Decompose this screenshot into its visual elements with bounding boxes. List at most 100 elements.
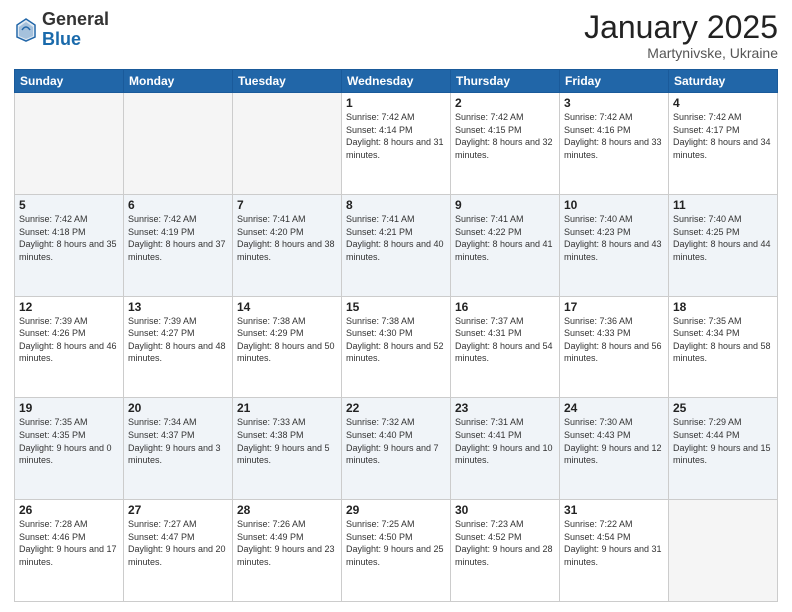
logo-general-text: General	[42, 10, 109, 30]
day-number: 21	[237, 401, 337, 415]
day-info: Sunrise: 7:32 AMSunset: 4:40 PMDaylight:…	[346, 416, 446, 466]
day-info: Sunrise: 7:36 AMSunset: 4:33 PMDaylight:…	[564, 315, 664, 365]
calendar-day-cell: 29Sunrise: 7:25 AMSunset: 4:50 PMDayligh…	[342, 500, 451, 602]
day-number: 14	[237, 300, 337, 314]
day-info: Sunrise: 7:42 AMSunset: 4:18 PMDaylight:…	[19, 213, 119, 263]
day-info: Sunrise: 7:35 AMSunset: 4:35 PMDaylight:…	[19, 416, 119, 466]
day-info: Sunrise: 7:40 AMSunset: 4:25 PMDaylight:…	[673, 213, 773, 263]
calendar-day-cell: 28Sunrise: 7:26 AMSunset: 4:49 PMDayligh…	[233, 500, 342, 602]
day-number: 5	[19, 198, 119, 212]
calendar-day-cell: 7Sunrise: 7:41 AMSunset: 4:20 PMDaylight…	[233, 194, 342, 296]
day-number: 12	[19, 300, 119, 314]
day-number: 25	[673, 401, 773, 415]
day-info: Sunrise: 7:27 AMSunset: 4:47 PMDaylight:…	[128, 518, 228, 568]
calendar-day-cell	[15, 93, 124, 195]
calendar-day-cell: 24Sunrise: 7:30 AMSunset: 4:43 PMDayligh…	[560, 398, 669, 500]
calendar-day-cell: 13Sunrise: 7:39 AMSunset: 4:27 PMDayligh…	[124, 296, 233, 398]
calendar-day-header: Monday	[124, 70, 233, 93]
logo: General Blue	[14, 10, 109, 50]
logo-text: General Blue	[42, 10, 109, 50]
page: General Blue January 2025 Martynivske, U…	[0, 0, 792, 612]
day-number: 20	[128, 401, 228, 415]
calendar-day-cell: 18Sunrise: 7:35 AMSunset: 4:34 PMDayligh…	[669, 296, 778, 398]
day-number: 31	[564, 503, 664, 517]
day-info: Sunrise: 7:42 AMSunset: 4:17 PMDaylight:…	[673, 111, 773, 161]
day-number: 19	[19, 401, 119, 415]
calendar-day-cell: 14Sunrise: 7:38 AMSunset: 4:29 PMDayligh…	[233, 296, 342, 398]
day-info: Sunrise: 7:38 AMSunset: 4:29 PMDaylight:…	[237, 315, 337, 365]
calendar-day-cell: 19Sunrise: 7:35 AMSunset: 4:35 PMDayligh…	[15, 398, 124, 500]
title-block: January 2025 Martynivske, Ukraine	[584, 10, 778, 61]
calendar-day-cell: 27Sunrise: 7:27 AMSunset: 4:47 PMDayligh…	[124, 500, 233, 602]
day-info: Sunrise: 7:22 AMSunset: 4:54 PMDaylight:…	[564, 518, 664, 568]
calendar-day-cell: 6Sunrise: 7:42 AMSunset: 4:19 PMDaylight…	[124, 194, 233, 296]
calendar-day-cell: 1Sunrise: 7:42 AMSunset: 4:14 PMDaylight…	[342, 93, 451, 195]
calendar-day-cell: 22Sunrise: 7:32 AMSunset: 4:40 PMDayligh…	[342, 398, 451, 500]
day-number: 17	[564, 300, 664, 314]
day-number: 9	[455, 198, 555, 212]
day-number: 2	[455, 96, 555, 110]
day-number: 10	[564, 198, 664, 212]
day-info: Sunrise: 7:38 AMSunset: 4:30 PMDaylight:…	[346, 315, 446, 365]
day-number: 15	[346, 300, 446, 314]
calendar-day-cell: 8Sunrise: 7:41 AMSunset: 4:21 PMDaylight…	[342, 194, 451, 296]
calendar-day-cell: 16Sunrise: 7:37 AMSunset: 4:31 PMDayligh…	[451, 296, 560, 398]
day-number: 30	[455, 503, 555, 517]
day-info: Sunrise: 7:25 AMSunset: 4:50 PMDaylight:…	[346, 518, 446, 568]
calendar-day-header: Saturday	[669, 70, 778, 93]
calendar-day-cell: 25Sunrise: 7:29 AMSunset: 4:44 PMDayligh…	[669, 398, 778, 500]
day-info: Sunrise: 7:26 AMSunset: 4:49 PMDaylight:…	[237, 518, 337, 568]
day-info: Sunrise: 7:42 AMSunset: 4:19 PMDaylight:…	[128, 213, 228, 263]
day-number: 13	[128, 300, 228, 314]
day-number: 23	[455, 401, 555, 415]
calendar-week-row: 19Sunrise: 7:35 AMSunset: 4:35 PMDayligh…	[15, 398, 778, 500]
day-info: Sunrise: 7:37 AMSunset: 4:31 PMDaylight:…	[455, 315, 555, 365]
calendar-day-header: Tuesday	[233, 70, 342, 93]
day-info: Sunrise: 7:41 AMSunset: 4:22 PMDaylight:…	[455, 213, 555, 263]
day-number: 27	[128, 503, 228, 517]
day-info: Sunrise: 7:34 AMSunset: 4:37 PMDaylight:…	[128, 416, 228, 466]
calendar-day-header: Sunday	[15, 70, 124, 93]
calendar-day-header: Wednesday	[342, 70, 451, 93]
day-info: Sunrise: 7:31 AMSunset: 4:41 PMDaylight:…	[455, 416, 555, 466]
day-info: Sunrise: 7:41 AMSunset: 4:21 PMDaylight:…	[346, 213, 446, 263]
calendar-day-cell: 31Sunrise: 7:22 AMSunset: 4:54 PMDayligh…	[560, 500, 669, 602]
calendar-day-cell: 4Sunrise: 7:42 AMSunset: 4:17 PMDaylight…	[669, 93, 778, 195]
day-info: Sunrise: 7:33 AMSunset: 4:38 PMDaylight:…	[237, 416, 337, 466]
day-info: Sunrise: 7:39 AMSunset: 4:27 PMDaylight:…	[128, 315, 228, 365]
calendar-day-cell: 12Sunrise: 7:39 AMSunset: 4:26 PMDayligh…	[15, 296, 124, 398]
day-number: 24	[564, 401, 664, 415]
day-number: 8	[346, 198, 446, 212]
day-info: Sunrise: 7:35 AMSunset: 4:34 PMDaylight:…	[673, 315, 773, 365]
calendar-day-cell: 26Sunrise: 7:28 AMSunset: 4:46 PMDayligh…	[15, 500, 124, 602]
calendar-day-cell: 11Sunrise: 7:40 AMSunset: 4:25 PMDayligh…	[669, 194, 778, 296]
calendar-day-cell	[124, 93, 233, 195]
day-info: Sunrise: 7:23 AMSunset: 4:52 PMDaylight:…	[455, 518, 555, 568]
calendar-header-row: SundayMondayTuesdayWednesdayThursdayFrid…	[15, 70, 778, 93]
day-number: 18	[673, 300, 773, 314]
day-info: Sunrise: 7:42 AMSunset: 4:15 PMDaylight:…	[455, 111, 555, 161]
calendar-week-row: 1Sunrise: 7:42 AMSunset: 4:14 PMDaylight…	[15, 93, 778, 195]
logo-icon	[16, 18, 36, 42]
calendar-day-cell: 30Sunrise: 7:23 AMSunset: 4:52 PMDayligh…	[451, 500, 560, 602]
calendar-day-cell: 10Sunrise: 7:40 AMSunset: 4:23 PMDayligh…	[560, 194, 669, 296]
day-number: 28	[237, 503, 337, 517]
day-number: 7	[237, 198, 337, 212]
calendar-week-row: 12Sunrise: 7:39 AMSunset: 4:26 PMDayligh…	[15, 296, 778, 398]
calendar-day-header: Friday	[560, 70, 669, 93]
calendar-day-cell: 2Sunrise: 7:42 AMSunset: 4:15 PMDaylight…	[451, 93, 560, 195]
calendar-day-cell: 21Sunrise: 7:33 AMSunset: 4:38 PMDayligh…	[233, 398, 342, 500]
calendar-day-cell	[233, 93, 342, 195]
logo-blue-text: Blue	[42, 30, 109, 50]
day-info: Sunrise: 7:39 AMSunset: 4:26 PMDaylight:…	[19, 315, 119, 365]
calendar-day-cell: 3Sunrise: 7:42 AMSunset: 4:16 PMDaylight…	[560, 93, 669, 195]
location-subtitle: Martynivske, Ukraine	[584, 45, 778, 61]
day-number: 3	[564, 96, 664, 110]
header: General Blue January 2025 Martynivske, U…	[14, 10, 778, 61]
day-number: 11	[673, 198, 773, 212]
calendar-week-row: 5Sunrise: 7:42 AMSunset: 4:18 PMDaylight…	[15, 194, 778, 296]
day-info: Sunrise: 7:42 AMSunset: 4:16 PMDaylight:…	[564, 111, 664, 161]
day-info: Sunrise: 7:30 AMSunset: 4:43 PMDaylight:…	[564, 416, 664, 466]
day-info: Sunrise: 7:28 AMSunset: 4:46 PMDaylight:…	[19, 518, 119, 568]
day-number: 4	[673, 96, 773, 110]
